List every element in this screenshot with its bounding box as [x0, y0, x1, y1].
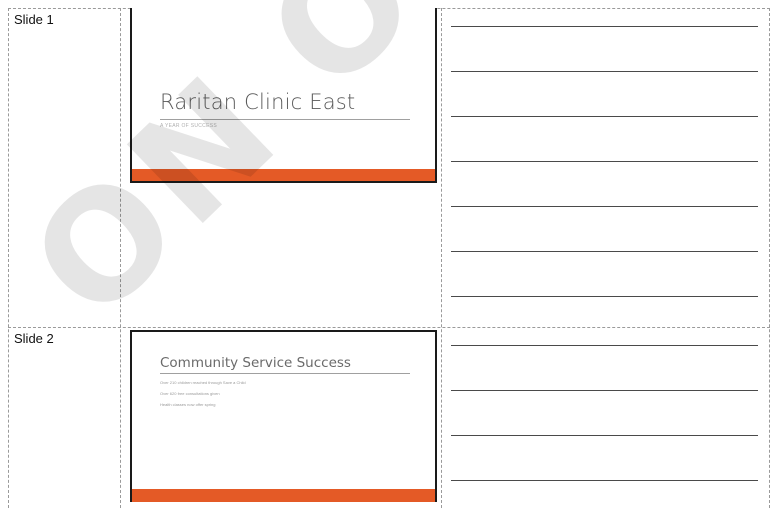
table-divider-notes [441, 8, 442, 508]
notes-line [451, 435, 758, 436]
notes-line [451, 390, 758, 391]
title-underline [160, 373, 410, 374]
slide-bullet: Over 620 free consultations given [160, 391, 220, 396]
slide-bullet: Health classes now offer spring [160, 402, 216, 407]
table-border-left [8, 8, 9, 508]
accent-bar [132, 169, 435, 183]
slide-label: Slide 2 [14, 331, 54, 346]
slide-thumbnail[interactable]: Raritan Clinic East A YEAR OF SUCCESS [130, 8, 437, 183]
notes-line [451, 71, 758, 72]
slide-subtitle: A YEAR OF SUCCESS [160, 123, 217, 129]
notes-line [451, 345, 758, 346]
slide-title: Raritan Clinic East [160, 90, 356, 114]
notes-line [451, 206, 758, 207]
table-divider-label [120, 8, 121, 508]
handout-page: Slide 1 Raritan Clinic East A YEAR OF SU… [0, 0, 771, 508]
slide-label: Slide 1 [14, 12, 54, 27]
notes-line [451, 26, 758, 27]
table-border-right [769, 8, 770, 508]
slide-thumbnail[interactable]: Community Service Success Over 210 child… [130, 330, 437, 502]
title-underline [160, 119, 410, 120]
slide-bullet: Over 210 children reached through Save a… [160, 380, 246, 385]
notes-line [451, 251, 758, 252]
table-row-divider [8, 327, 770, 328]
accent-bar [132, 489, 435, 502]
notes-line [451, 161, 758, 162]
notes-line [451, 296, 758, 297]
slide-title: Community Service Success [160, 355, 351, 371]
notes-line [451, 480, 758, 481]
slide-bullet-list: Over 210 children reached through Save a… [160, 377, 246, 410]
notes-line [451, 116, 758, 117]
